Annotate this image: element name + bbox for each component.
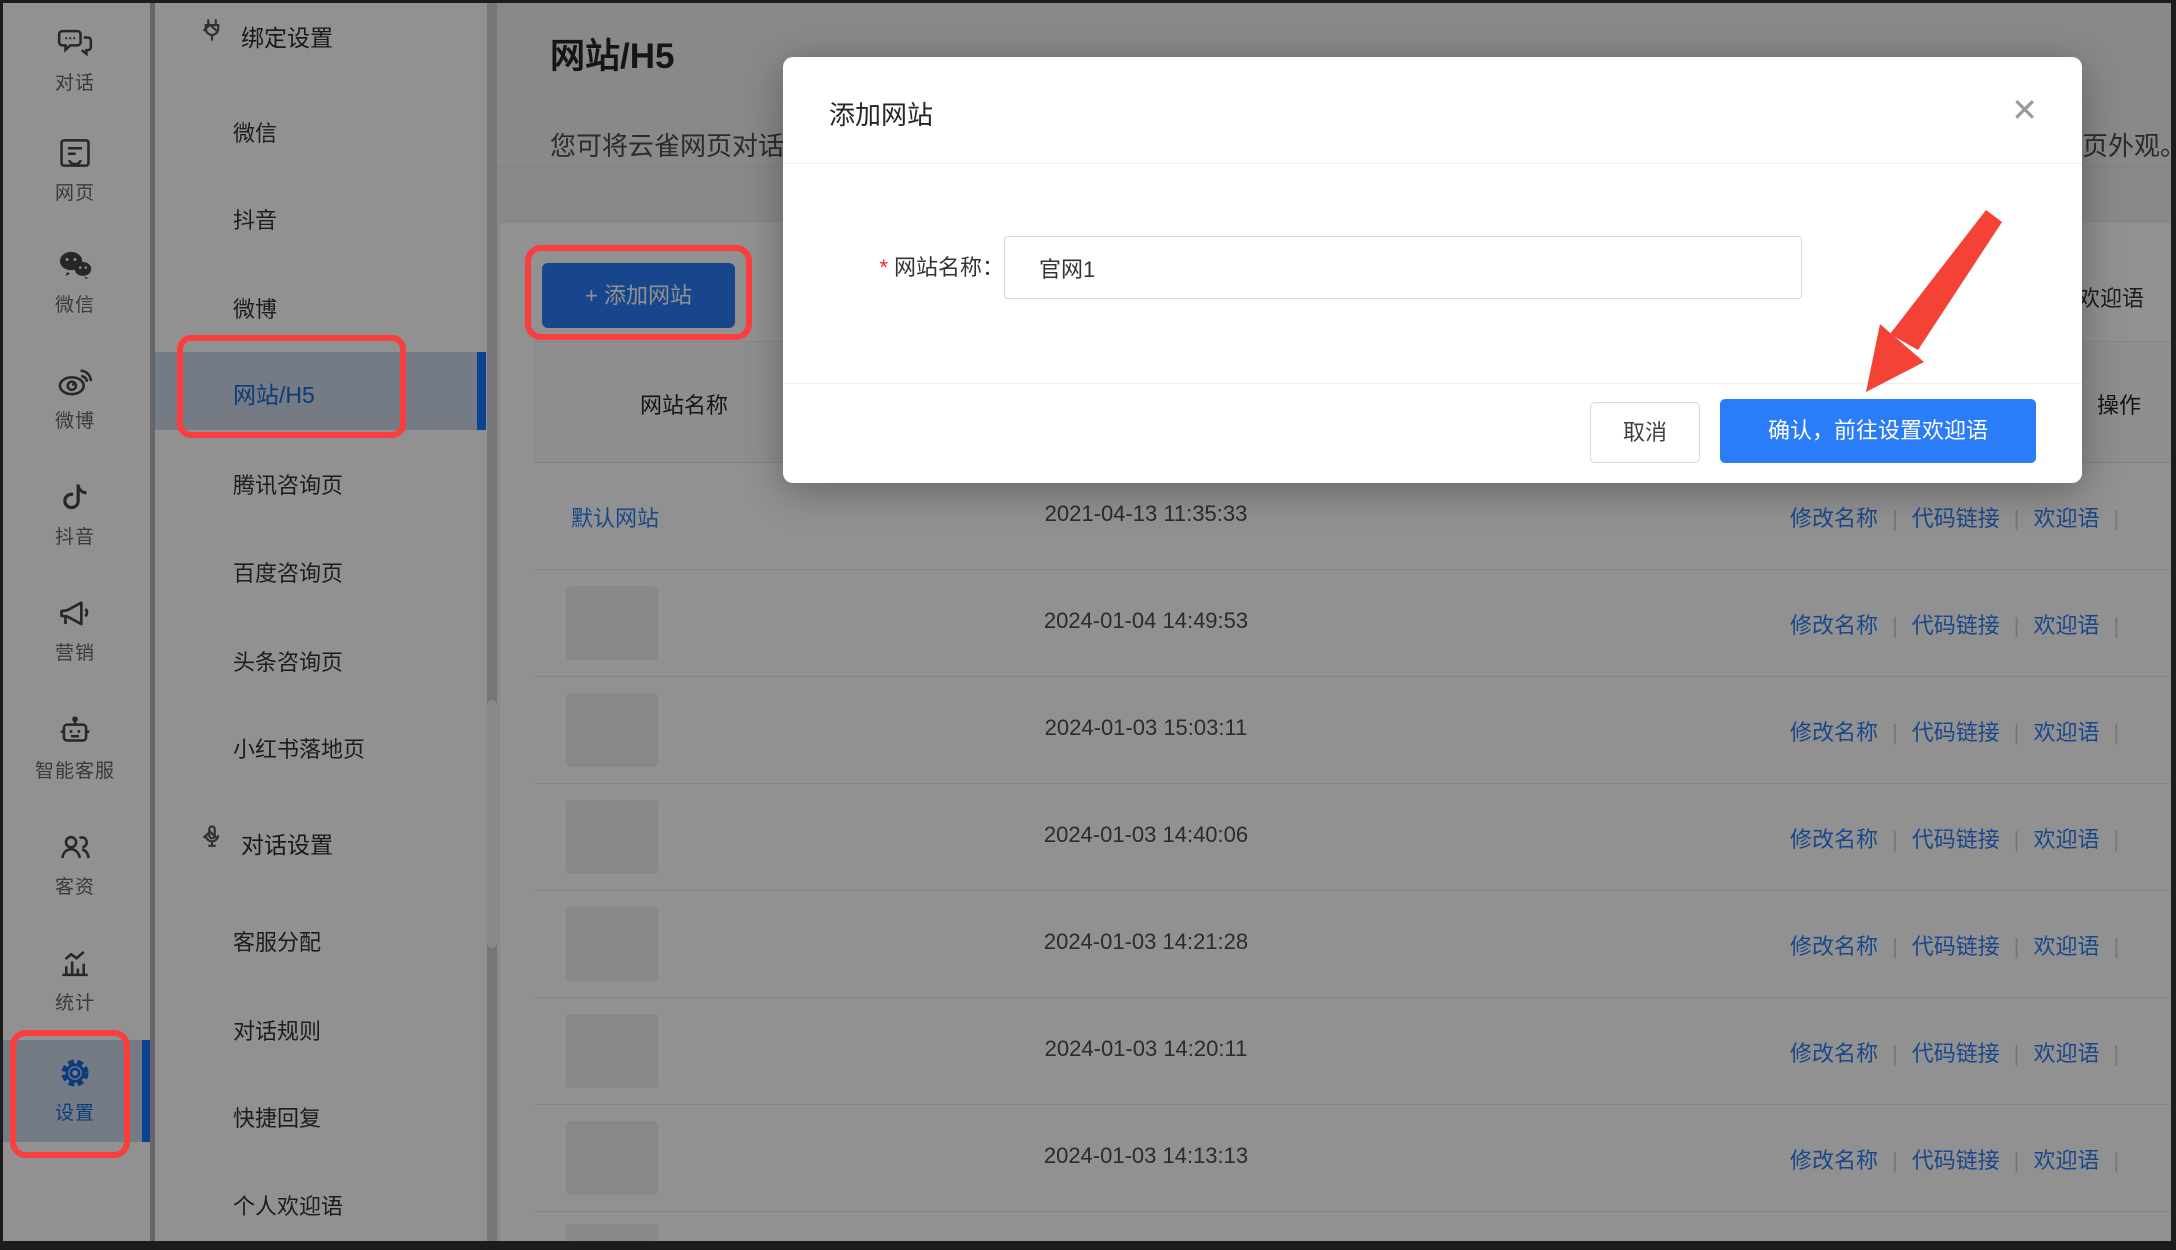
website-name-input[interactable] — [1004, 236, 1802, 299]
app-window: 对话 网页 微信 微博 抖音 营销 智能客服 客资 — [0, 0, 2176, 1250]
window-border-left — [0, 0, 3, 1250]
annotation-box-add-button — [525, 245, 752, 340]
window-border-right — [2171, 0, 2176, 1250]
confirm-button[interactable]: 确认，前往设置欢迎语 — [1720, 399, 2036, 463]
cancel-button[interactable]: 取消 — [1590, 402, 1700, 463]
annotation-box-settings — [10, 1030, 130, 1158]
close-icon[interactable]: ✕ — [2011, 91, 2038, 129]
dialog-title: 添加网站 — [829, 95, 933, 132]
required-mark: * — [879, 255, 888, 280]
window-border-top — [0, 0, 2176, 3]
window-border-bottom — [0, 1241, 2176, 1250]
annotation-box-website-h5 — [177, 335, 406, 438]
website-name-field-label: *网站名称： — [823, 250, 1004, 282]
annotation-arrow — [1840, 196, 2020, 408]
dialog-header-divider — [783, 163, 2082, 164]
